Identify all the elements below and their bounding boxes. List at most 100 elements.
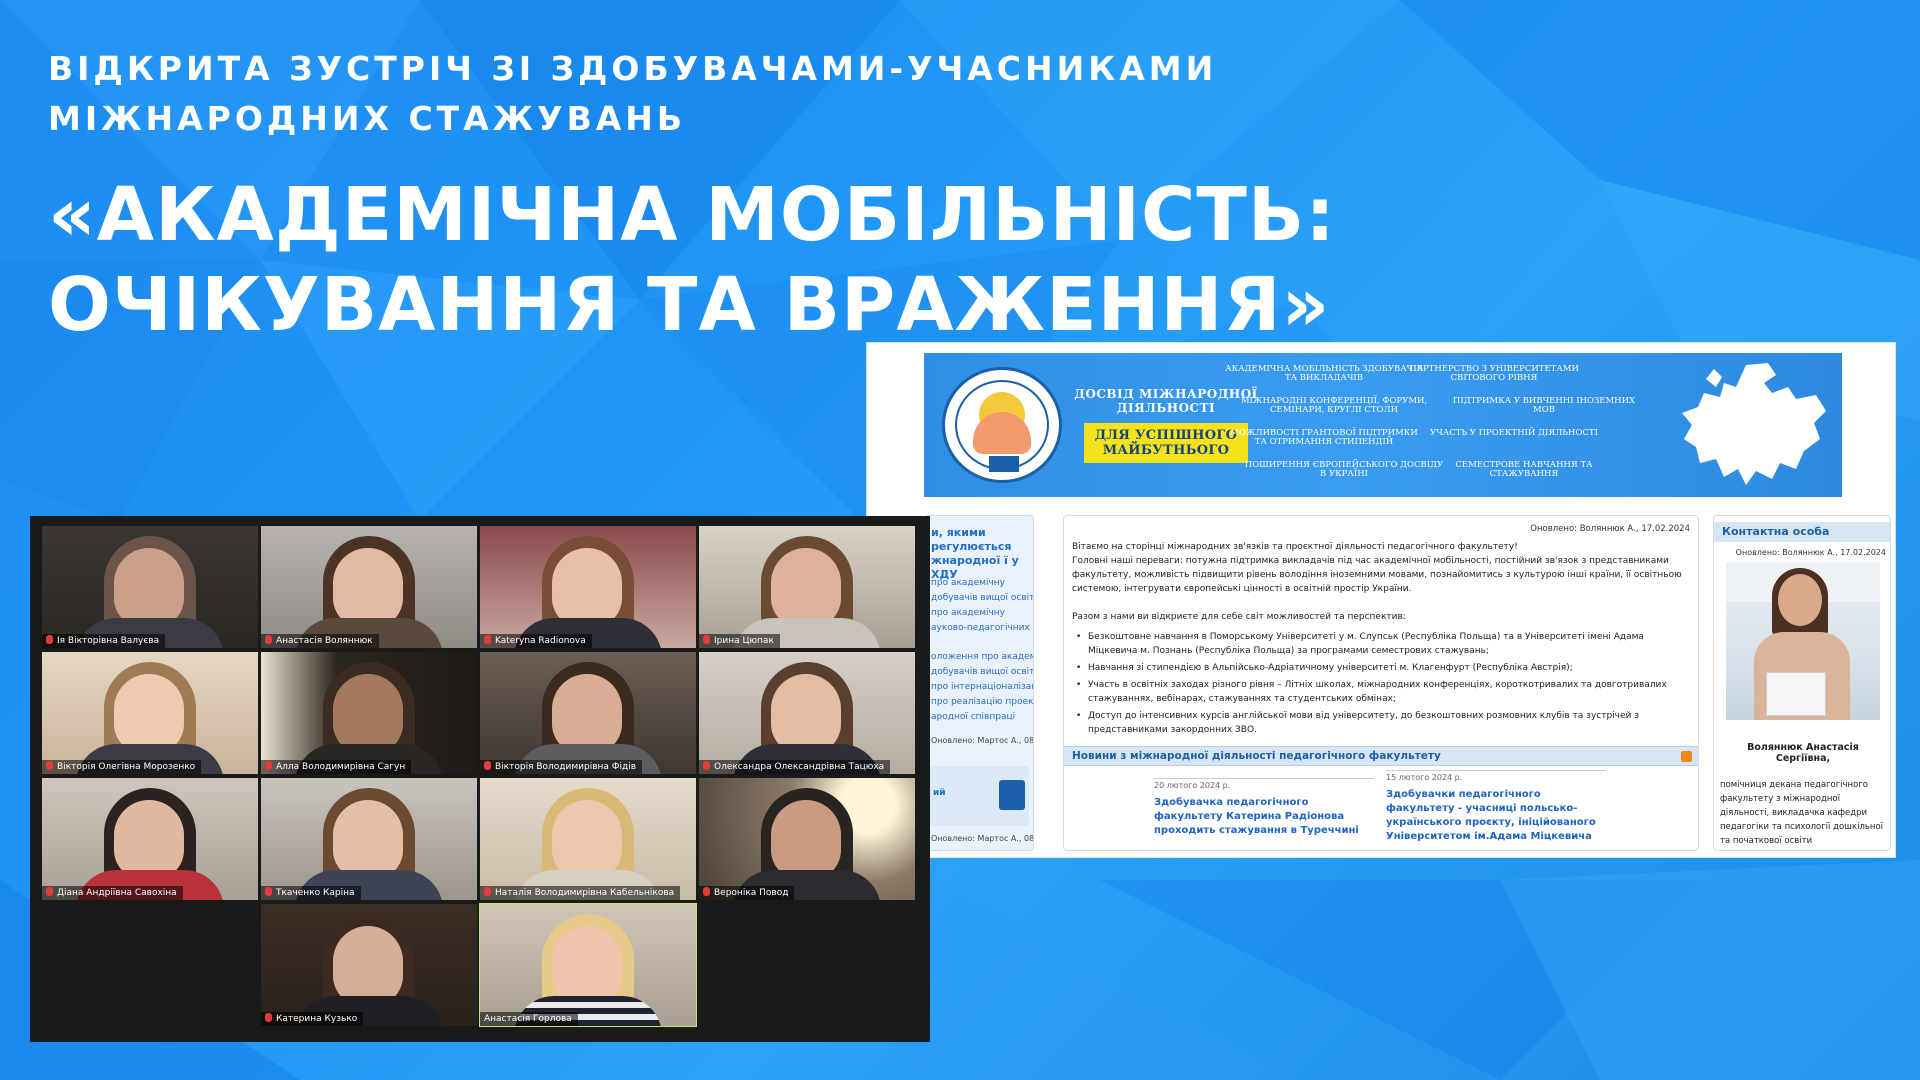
- main-updated: Оновлено: Воляннюк А., 17.02.2024: [1530, 524, 1690, 534]
- participant-name: Вероніка Повод: [699, 886, 795, 900]
- participant-tile[interactable]: Анастасія Воляннюк: [261, 526, 477, 648]
- book-icon: [999, 780, 1025, 810]
- news-title-link[interactable]: Здобувачки педагогічного факультету - уч…: [1386, 788, 1606, 844]
- participant-tile[interactable]: Kateryna Radionova: [480, 526, 696, 648]
- sidebar-link[interactable]: оложення про академічну: [931, 652, 1033, 663]
- list-item: Навчання зі стипендією в Альпійсько-Адрі…: [1072, 661, 1692, 675]
- contact-description: помічниця декана педагогічного факультет…: [1720, 780, 1884, 846]
- list-item: Участь в освітніх заходах різного рівня …: [1072, 678, 1692, 706]
- sidebar-link[interactable]: про академічну: [931, 578, 1033, 589]
- participant-tile[interactable]: Діана Андріївна Савохіна: [42, 778, 258, 900]
- site-contact-panel: Контактна особа Оновлено: Воляннюк А., 1…: [1713, 515, 1891, 851]
- banner-link-partnership[interactable]: ПАРТНЕРСТВО З УНІВЕРСИТЕТАМИ СВІТОВОГО Р…: [1394, 365, 1594, 383]
- contact-header: Контактна особа: [1714, 522, 1890, 542]
- main-greeting: Вітаємо на сторінці міжнародних зв'язків…: [1072, 542, 1518, 552]
- banner-link-european-experience[interactable]: ПОШИРЕННЯ ЄВРОПЕЙСЬКОГО ДОСВІДУ В УКРАЇН…: [1244, 461, 1444, 479]
- participant-name: Вікторія Олегівна Морозенко: [42, 760, 202, 774]
- news-item[interactable]: 15 лютого 2024 р. Здобувачки педагогічно…: [1386, 770, 1606, 844]
- sidebar-link[interactable]: добувачів вищої освіти: [931, 667, 1033, 678]
- event-subtitle: ВІДКРИТА ЗУСТРІЧ ЗІ ЗДОБУВАЧАМИ-УЧАСНИКА…: [48, 44, 1248, 144]
- mic-muted-icon: [484, 887, 491, 896]
- banner-link-grants[interactable]: МОЖЛИВОСТІ ГРАНТОВОЇ ПІДТРИМКИ ТА ОТРИМА…: [1224, 429, 1424, 447]
- sidebar-link[interactable]: про реалізацію проектів: [931, 697, 1033, 708]
- participant-tile[interactable]: Вікторія Володимирівна Фідів: [480, 652, 696, 774]
- contact-photo: [1726, 562, 1880, 720]
- mic-muted-icon: [265, 887, 272, 896]
- sidebar-link[interactable]: про академічну: [931, 608, 1033, 619]
- website-screenshot: ДОСВІД МІЖНАРОДНОЇ ДІЯЛЬНОСТІ ДЛЯ УСПІШН…: [866, 342, 1896, 858]
- title-line-1: «АКАДЕМІЧНА МОБІЛЬНІСТЬ:: [48, 172, 1336, 258]
- participant-name: Ія Вікторівна Валуєва: [42, 634, 166, 648]
- sidebar-block[interactable]: ий: [929, 766, 1029, 826]
- mic-muted-icon: [484, 761, 491, 770]
- participant-name: Наталія Володимирівна Кабельнікова: [480, 886, 681, 900]
- participant-tile[interactable]: Ія Вікторівна Валуєва: [42, 526, 258, 648]
- site-banner: ДОСВІД МІЖНАРОДНОЇ ДІЯЛЬНОСТІ ДЛЯ УСПІШН…: [924, 353, 1842, 497]
- banner-link-languages[interactable]: ПІДТРИМКА У ВИВЧЕННІ ІНОЗЕМНИХ МОВ: [1444, 397, 1644, 415]
- list-item: Доступ до інтенсивних курсів англійської…: [1072, 709, 1692, 737]
- mic-muted-icon: [265, 761, 272, 770]
- sidebar-updated-2: Оновлено: Мартос А., 08.11.2023: [931, 834, 1034, 843]
- banner-link-conferences[interactable]: МІЖНАРОДНІ КОНФЕРЕНЦІЇ, ФОРУМИ, СЕМІНАРИ…: [1234, 397, 1434, 415]
- sidebar-link[interactable]: ауково-педагогічних: [931, 623, 1033, 634]
- contact-updated: Оновлено: Воляннюк А., 17.02.2024: [1735, 548, 1886, 557]
- participant-name: Вікторія Володимирівна Фідів: [480, 760, 643, 774]
- sidebar-link[interactable]: добувачів вищої освіти: [931, 593, 1033, 604]
- participant-name: Алла Володимирівна Сагун: [261, 760, 412, 774]
- subtitle-line-2: МІЖНАРОДНИХ СТАЖУВАНЬ: [48, 99, 687, 138]
- rss-icon[interactable]: [1681, 751, 1692, 762]
- subtitle-line-1: ВІДКРИТА ЗУСТРІЧ ЗІ ЗДОБУВАЧАМИ-УЧАСНИКА…: [48, 49, 1218, 88]
- title-line-2: ОЧІКУВАННЯ ТА ВРАЖЕННЯ»: [48, 262, 1331, 348]
- sidebar-title: и, якими регулюється жнародної ї у ХДУ: [931, 526, 1019, 581]
- main-together: Разом з нами ви відкриєте для себе світ …: [1072, 612, 1406, 622]
- participant-tile[interactable]: Ірина Цюпак: [699, 526, 915, 648]
- mic-muted-icon: [484, 635, 491, 644]
- participant-name: Ткаченко Каріна: [261, 886, 361, 900]
- mic-muted-icon: [703, 635, 710, 644]
- mic-muted-icon: [265, 635, 272, 644]
- event-title: «АКАДЕМІЧНА МОБІЛЬНІСТЬ: ОЧІКУВАННЯ ТА В…: [48, 170, 1348, 350]
- list-item: Безкоштовне навчання в Поморському Уніве…: [1072, 630, 1692, 658]
- faculty-logo: [942, 367, 1062, 483]
- sidebar-link[interactable]: ародної співпраці: [931, 712, 1033, 723]
- participant-tile[interactable]: Ткаченко Каріна: [261, 778, 477, 900]
- video-call-gallery: Ія Вікторівна Валуєва Анастасія Воляннюк…: [30, 516, 930, 1042]
- europe-map-icon: [1682, 363, 1826, 485]
- mic-muted-icon: [265, 1013, 272, 1022]
- news-date: 15 лютого 2024 р.: [1386, 770, 1606, 782]
- mic-muted-icon: [46, 887, 53, 896]
- participant-tile[interactable]: Вероніка Повод: [699, 778, 915, 900]
- news-item[interactable]: 20 лютого 2024 р. Здобувачка педагогічно…: [1154, 778, 1374, 838]
- sidebar-updated: Оновлено: Мартос А., 08.11.2023: [931, 736, 1034, 745]
- participant-name: Олександра Олександрівна Тацюха: [699, 760, 891, 774]
- sidebar-link[interactable]: про інтернаціоналізацію: [931, 682, 1033, 693]
- participant-tile[interactable]: Катерина Кузько: [261, 904, 477, 1026]
- banner-link-projects[interactable]: УЧАСТЬ У ПРОЕКТНІЙ ДІЯЛЬНОСТІ: [1414, 429, 1614, 438]
- participant-name: Анастасія Воляннюк: [261, 634, 379, 648]
- participant-name: Ірина Цюпак: [699, 634, 780, 648]
- banner-link-semester-study[interactable]: СЕМЕСТРОВЕ НАВЧАННЯ ТА СТАЖУВАННЯ: [1424, 461, 1624, 479]
- opportunities-list: Безкоштовне навчання в Поморському Уніве…: [1072, 630, 1692, 740]
- banner-title: ДОСВІД МІЖНАРОДНОЇ ДІЯЛЬНОСТІ: [1074, 387, 1258, 415]
- participant-tile[interactable]: Алла Володимирівна Сагун: [261, 652, 477, 774]
- mic-muted-icon: [703, 887, 710, 896]
- participant-name: Kateryna Radionova: [480, 634, 592, 648]
- mic-muted-icon: [46, 761, 53, 770]
- news-title-link[interactable]: Здобувачка педагогічного факультету Кате…: [1154, 796, 1374, 838]
- site-main-content: Оновлено: Воляннюк А., 17.02.2024 Вітаєм…: [1063, 515, 1699, 851]
- main-intro: Головні наші переваги: потужна підтримка…: [1072, 556, 1682, 594]
- participant-tile[interactable]: Олександра Олександрівна Тацюха: [699, 652, 915, 774]
- mic-muted-icon: [703, 761, 710, 770]
- news-date: 20 лютого 2024 р.: [1154, 778, 1374, 790]
- mic-muted-icon: [46, 635, 53, 644]
- contact-name: Воляннюк Анастасія Сергіївна,: [1747, 742, 1859, 764]
- news-header-label: Новини з міжнародної діяльності педагогі…: [1072, 750, 1441, 762]
- participant-name: Катерина Кузько: [261, 1012, 364, 1026]
- participant-tile[interactable]: Вікторія Олегівна Морозенко: [42, 652, 258, 774]
- active-speaker-tile[interactable]: Анастасія Горлова: [479, 903, 697, 1027]
- participant-name: Діана Андріївна Савохіна: [42, 886, 183, 900]
- participant-name: Анастасія Горлова: [480, 1012, 578, 1026]
- sidebar-block-label: ий: [933, 788, 946, 798]
- participant-tile[interactable]: Наталія Володимирівна Кабельнікова: [480, 778, 696, 900]
- news-header: Новини з міжнародної діяльності педагогі…: [1064, 746, 1698, 766]
